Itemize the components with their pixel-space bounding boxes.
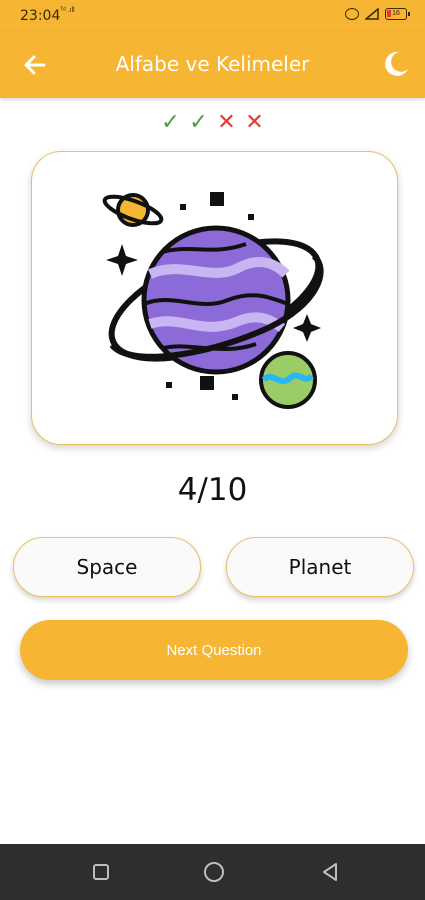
- page-title: Alfabe ve Kelimeler: [115, 52, 310, 76]
- wrong-mark: ✕: [245, 110, 264, 135]
- screen: 23:04 ᵀᵈ .ıll 16 Alfabe ve Kelimeler ✓ ✓…: [0, 0, 425, 900]
- status-icons: 16: [345, 8, 410, 20]
- correct-mark: ✓: [161, 110, 180, 135]
- system-nav-bar: [0, 844, 425, 900]
- signal-icon: [365, 8, 379, 20]
- recent-apps-icon[interactable]: [89, 860, 113, 884]
- status-time: 23:04: [20, 8, 61, 24]
- back-icon[interactable]: [318, 860, 342, 884]
- network-indicator: ᵀᵈ .ıll: [60, 7, 75, 14]
- status-bar: 23:04 ᵀᵈ .ıll 16: [0, 0, 425, 32]
- correct-mark: ✓: [189, 110, 208, 135]
- home-icon[interactable]: [202, 860, 226, 884]
- planet-illustration: [102, 192, 324, 409]
- wrong-mark: ✕: [217, 110, 236, 135]
- question-image-card: [31, 151, 398, 445]
- answer-options: Space Planet: [13, 537, 414, 597]
- next-question-button[interactable]: Next Question: [20, 620, 408, 680]
- battery-icon: 16: [385, 8, 410, 20]
- score-marks: ✓ ✓ ✕ ✕: [0, 110, 425, 135]
- answer-button-space[interactable]: Space: [13, 537, 201, 597]
- question-counter: 4/10: [177, 472, 248, 508]
- moon-icon[interactable]: [381, 49, 411, 79]
- answer-button-planet[interactable]: Planet: [226, 537, 414, 597]
- volte-icon: [345, 8, 359, 20]
- app-bar: Alfabe ve Kelimeler: [0, 32, 425, 98]
